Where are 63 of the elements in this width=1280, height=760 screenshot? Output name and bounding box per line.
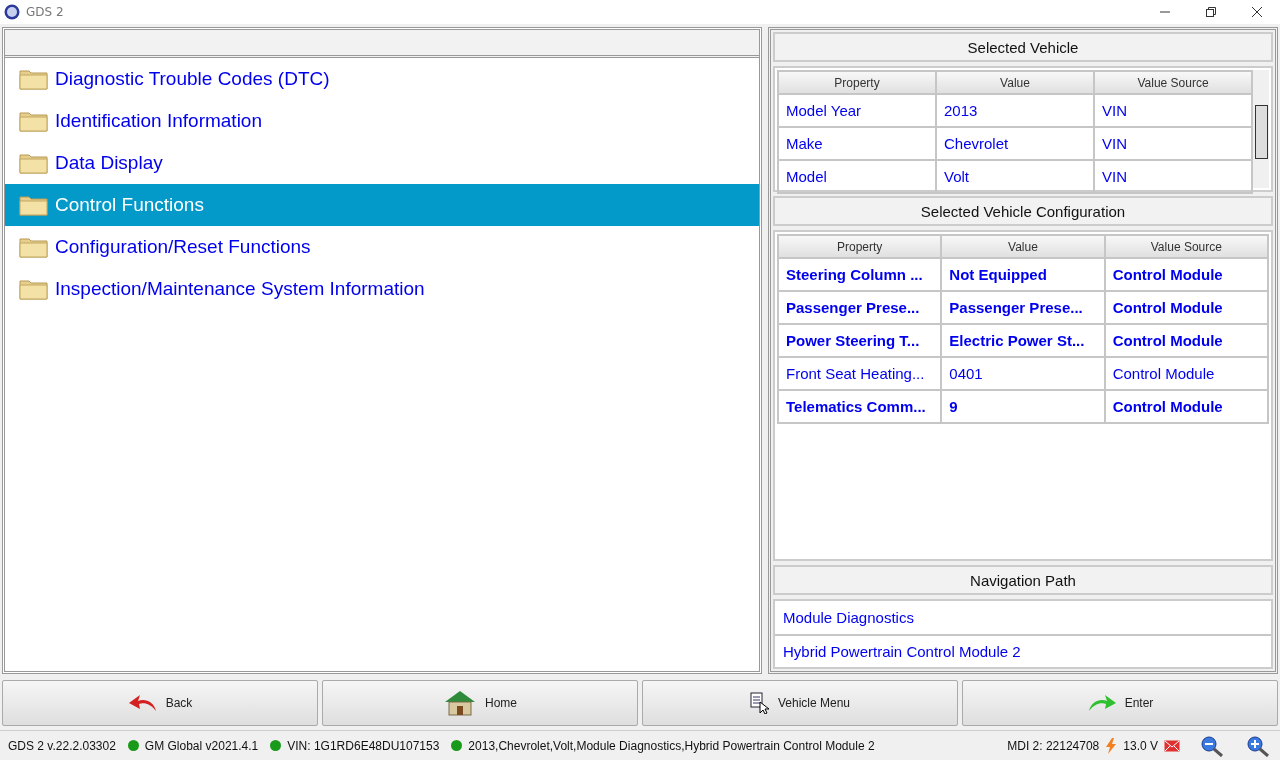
table-cell: Power Steering T...	[778, 324, 942, 357]
status-dot	[270, 740, 282, 751]
restore-icon	[1206, 7, 1216, 17]
table-cell: Passenger Prese...	[778, 291, 942, 324]
table-cell: Model	[778, 160, 936, 193]
column-header[interactable]: Value Source	[1094, 71, 1252, 94]
mdi-text: MDI 2: 22124708	[1007, 738, 1100, 753]
table-cell: VIN	[1094, 160, 1252, 193]
column-header[interactable]: Property	[778, 235, 942, 258]
folder-icon	[19, 110, 49, 132]
status-dot	[451, 740, 463, 751]
status-text: VIN: 1G1RD6E48DU107153	[287, 738, 440, 753]
document-cursor-icon	[749, 692, 770, 714]
enter-button[interactable]: Enter	[962, 680, 1278, 726]
envelope-icon	[1164, 738, 1180, 753]
table-cell: Control Module	[1104, 324, 1268, 357]
folder-icon	[19, 194, 49, 216]
folder-icon	[19, 152, 49, 174]
column-header[interactable]: Value	[941, 235, 1105, 258]
table-cell: VIN	[1094, 94, 1252, 127]
table-cell: Not Equipped	[941, 258, 1105, 291]
table-cell: Steering Column ...	[778, 258, 942, 291]
back-button[interactable]: Back	[2, 680, 318, 726]
folder-icon	[19, 68, 49, 90]
table-cell: Control Module	[1104, 258, 1268, 291]
table-cell: Control Module	[1104, 291, 1268, 324]
folder-icon	[19, 236, 49, 258]
table-cell: 9	[941, 390, 1105, 423]
folder-icon	[19, 278, 49, 300]
table-cell: Chevrolet	[936, 127, 1094, 160]
panel-title: Navigation Path	[773, 565, 1273, 595]
table-cell: Control Module	[1104, 357, 1268, 390]
window-title: GDS 2	[26, 5, 64, 19]
table-cell: Front Seat Heating...	[778, 357, 942, 390]
panel-title: Selected Vehicle	[773, 32, 1273, 62]
voltage-text: 13.0 V	[1123, 738, 1158, 753]
table-cell: 2013	[936, 94, 1094, 127]
scrollbar[interactable]	[1253, 70, 1269, 188]
column-header[interactable]: Property	[778, 71, 936, 94]
menu-button[interactable]: Vehicle Menu	[642, 680, 958, 726]
table-cell: Telematics Comm...	[778, 390, 942, 423]
status-text: 2013,Chevrolet,Volt,Module Diagnostics,Hybrid Powertrain Control Module 2	[468, 738, 875, 753]
table-cell: Model Year	[778, 94, 936, 127]
zoom-in-icon[interactable]	[1246, 734, 1272, 757]
panel-title: Selected Vehicle Configuration	[773, 196, 1273, 226]
version-text: GDS 2 v.22.2.03302	[8, 738, 116, 753]
table-cell: Electric Power St...	[941, 324, 1105, 357]
house-icon	[443, 689, 477, 717]
table-cell: Control Module	[1104, 390, 1268, 423]
table-cell: 0401	[941, 357, 1105, 390]
column-header[interactable]: Value Source	[1104, 235, 1268, 258]
close-icon	[1252, 7, 1262, 17]
app-logo-icon	[4, 4, 20, 20]
table-cell: VIN	[1094, 127, 1252, 160]
column-header[interactable]: Value	[936, 71, 1094, 94]
table-cell: Make	[778, 127, 936, 160]
status-dot	[127, 740, 139, 751]
lightning-icon	[1105, 737, 1118, 754]
table-cell: Passenger Prese...	[941, 291, 1105, 324]
home-button[interactable]: Home	[322, 680, 638, 726]
zoom-out-icon[interactable]	[1200, 734, 1226, 757]
table-cell: Volt	[936, 160, 1094, 193]
status-text: GM Global v2021.4.1	[144, 738, 259, 753]
